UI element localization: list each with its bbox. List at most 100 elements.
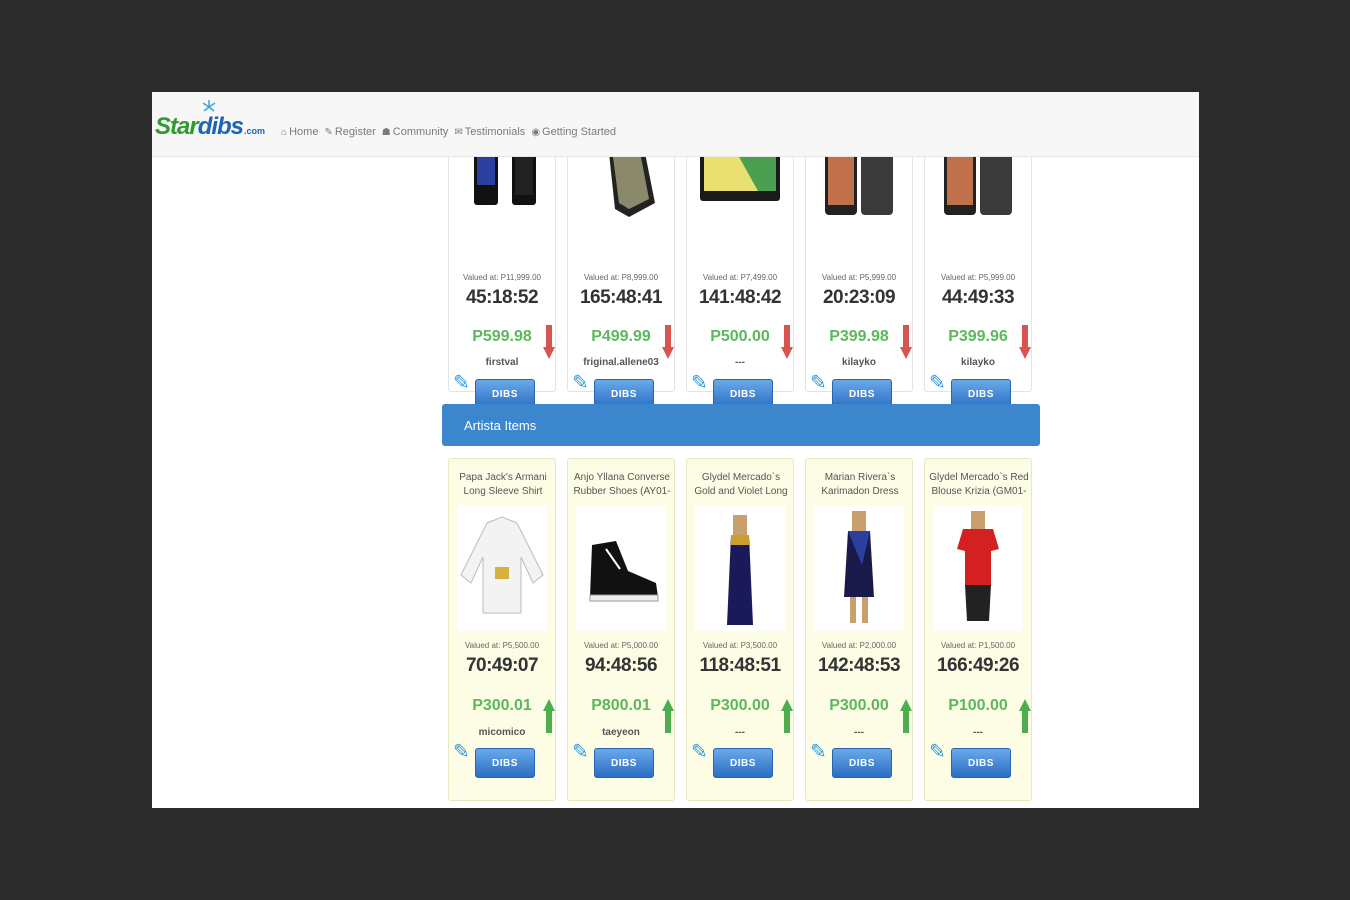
- last-bidder: ---: [735, 357, 745, 368]
- shirt-image: [457, 505, 547, 631]
- auction-card: Glydel Mercado`s Red Blouse Krizia (GM01…: [924, 458, 1032, 801]
- nav-testimonials-label: Testimonials: [464, 126, 526, 138]
- product-image[interactable]: [925, 505, 1031, 631]
- valued-at: Valued at: P7,499.00: [702, 273, 778, 282]
- blouse-image: [933, 505, 1023, 631]
- last-bidder: micomico: [478, 727, 526, 738]
- community-icon: ☗: [381, 126, 391, 138]
- phone-image: [825, 153, 893, 215]
- pin-icon[interactable]: ✎: [572, 739, 589, 764]
- last-bidder: ---: [735, 727, 745, 738]
- dress-image: [814, 505, 904, 631]
- item-title[interactable]: Glydel Mercado`s Red Blouse Krizia (GM01…: [929, 471, 1029, 499]
- section-title: Artista Items: [464, 417, 537, 433]
- pin-icon[interactable]: ✎: [691, 370, 708, 395]
- last-bidder: ---: [854, 727, 864, 738]
- section-header-artista-items: Artista Items: [442, 404, 1040, 446]
- current-price: P800.01: [591, 697, 651, 714]
- product-image[interactable]: [806, 505, 912, 631]
- auction-card: Valued at: P5,999.00 44:49:33 P399.96 ki…: [924, 132, 1032, 409]
- home-icon: ⌂: [281, 126, 288, 138]
- current-price: P599.98: [472, 328, 532, 345]
- product-image[interactable]: [449, 505, 555, 631]
- valued-at: Valued at: P3,500.00: [702, 641, 778, 650]
- product-image[interactable]: [449, 153, 555, 208]
- product-image[interactable]: [925, 153, 1031, 218]
- dibs-button[interactable]: DIBS: [832, 748, 892, 778]
- countdown-timer: 45:18:52: [465, 287, 539, 308]
- getting-started-icon: ◉: [531, 126, 541, 138]
- last-bidder: kilayko: [961, 357, 995, 368]
- auction-card: Valued at: P5,999.00 20:23:09 P399.98 ki…: [805, 132, 913, 409]
- down-arrow-icon: [781, 325, 793, 359]
- countdown-timer: 20:23:09: [822, 287, 896, 308]
- last-bidder: taeyeon: [602, 727, 640, 738]
- product-image[interactable]: [806, 153, 912, 218]
- current-price: P300.00: [829, 697, 889, 714]
- dibs-button[interactable]: DIBS: [594, 748, 654, 778]
- nav-testimonials[interactable]: ✉ Testimonials: [454, 126, 525, 138]
- product-image[interactable]: [568, 505, 674, 631]
- down-arrow-icon: [662, 325, 674, 359]
- countdown-timer: 70:49:07: [465, 655, 539, 676]
- testimonials-icon: ✉: [454, 126, 463, 138]
- spark-icon: [202, 100, 216, 112]
- tablet-image: [700, 153, 780, 201]
- nav-home[interactable]: ⌂ Home: [281, 126, 318, 138]
- pin-icon[interactable]: ✎: [929, 370, 946, 395]
- nav-register[interactable]: ✎ Register: [324, 126, 375, 138]
- valued-at: Valued at: P5,500.00: [464, 641, 540, 650]
- dibs-button[interactable]: DIBS: [951, 748, 1011, 778]
- auction-card: Valued at: P11,999.00 45:18:52 P599.98 f…: [448, 132, 556, 409]
- last-bidder: kilayko: [842, 357, 876, 368]
- countdown-timer: 94:48:56: [584, 655, 658, 676]
- last-bidder: ---: [973, 727, 983, 738]
- dibs-button[interactable]: DIBS: [475, 748, 535, 778]
- auction-card: Glydel Mercado`s Gold and Violet Long Go…: [686, 458, 794, 801]
- gown-image: [695, 505, 785, 631]
- logo-dibs-text: dibs: [197, 113, 244, 140]
- pin-icon[interactable]: ✎: [810, 739, 827, 764]
- product-image[interactable]: [687, 153, 793, 203]
- valued-at: Valued at: P1,500.00: [940, 641, 1016, 650]
- nav-register-label: Register: [334, 126, 376, 138]
- nav-links: ⌂ Home ✎ Register ☗ Community ✉ Testimonials…: [281, 126, 616, 138]
- current-price: P100.00: [948, 697, 1008, 714]
- countdown-timer: 165:48:41: [579, 287, 663, 308]
- valued-at: Valued at: P5,999.00: [821, 273, 897, 282]
- pin-icon[interactable]: ✎: [929, 739, 946, 764]
- item-title[interactable]: Papa Jack's Armani Long Sleeve Shirt: [453, 471, 553, 499]
- pin-icon[interactable]: ✎: [453, 370, 470, 395]
- pin-icon[interactable]: ✎: [453, 739, 470, 764]
- dibs-button[interactable]: DIBS: [713, 748, 773, 778]
- stardibs-logo[interactable]: Stardibs.com: [155, 100, 265, 141]
- nav-getting-started[interactable]: ◉ Getting Started: [531, 126, 616, 138]
- auction-content: Valued at: P11,999.00 45:18:52 P599.98 f…: [442, 92, 1042, 808]
- current-price: P399.96: [948, 328, 1008, 345]
- pin-icon[interactable]: ✎: [810, 370, 827, 395]
- last-bidder: firstval: [485, 357, 519, 368]
- auction-card: Papa Jack's Armani Long Sleeve Shirt Val…: [448, 458, 556, 801]
- current-price: P300.01: [472, 697, 532, 714]
- auction-card: Valued at: P8,999.00 165:48:41 P499.99 f…: [567, 132, 675, 409]
- product-image[interactable]: [687, 505, 793, 631]
- countdown-timer: 166:49:26: [936, 655, 1020, 676]
- nav-home-label: Home: [289, 126, 319, 138]
- countdown-timer: 141:48:42: [698, 287, 782, 308]
- item-title[interactable]: Glydel Mercado`s Gold and Violet Long Go…: [691, 471, 791, 499]
- pin-icon[interactable]: ✎: [572, 370, 589, 395]
- valued-at: Valued at: P11,999.00: [463, 273, 541, 282]
- item-title[interactable]: Marian Rivera`s Karimadon Dress (MR01-00…: [810, 471, 910, 499]
- down-arrow-icon: [900, 325, 912, 359]
- product-image[interactable]: [568, 153, 674, 218]
- top-navbar: Stardibs.com ⌂ Home ✎ Register ☗ Community …: [152, 92, 1199, 157]
- down-arrow-icon: [543, 325, 555, 359]
- phone-image: [474, 153, 536, 205]
- countdown-timer: 44:49:33: [941, 287, 1015, 308]
- down-arrow-icon: [1019, 325, 1031, 359]
- item-title[interactable]: Anjo Yllana Converse Rubber Shoes (AY01-…: [572, 471, 672, 499]
- current-price: P499.99: [591, 328, 651, 345]
- valued-at: Valued at: P5,000.00: [583, 641, 659, 650]
- nav-community[interactable]: ☗ Community: [382, 126, 449, 138]
- pin-icon[interactable]: ✎: [691, 739, 708, 764]
